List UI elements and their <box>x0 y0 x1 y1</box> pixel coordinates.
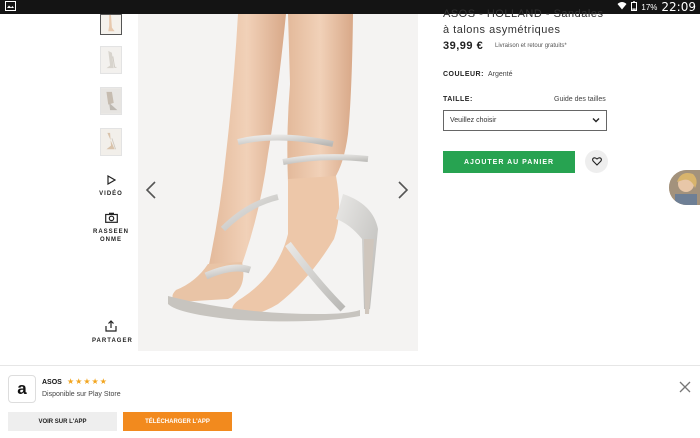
size-label: TAILLE: <box>443 96 473 103</box>
color-label: COULEUR: <box>443 71 484 78</box>
view-in-app-button[interactable]: VOIR SUR L'APP <box>8 412 117 431</box>
price-note: Livraison et retour gratuits* <box>495 43 567 49</box>
size-select[interactable]: Veuillez choisir <box>443 110 607 131</box>
gallery-notification-icon <box>5 1 16 11</box>
size-select-placeholder: Veuillez choisir <box>450 117 497 124</box>
product-image[interactable] <box>138 14 418 351</box>
save-for-later-button[interactable] <box>585 150 608 173</box>
share-button[interactable]: PARTAGER <box>92 320 133 345</box>
chevron-down-icon <box>592 116 600 126</box>
close-icon[interactable] <box>678 380 692 394</box>
store-availability: Disponible sur Play Store <box>42 391 121 398</box>
next-image-arrow-icon[interactable] <box>396 180 410 200</box>
asos-app-logo: a <box>8 375 36 403</box>
app-name: ASOS <box>42 379 62 386</box>
camera-icon <box>92 212 130 226</box>
video-label: VIDÉO <box>99 191 123 197</box>
thumbnail-1[interactable] <box>100 14 122 35</box>
play-icon <box>92 174 130 188</box>
clock: 22:09 <box>661 0 696 14</box>
share-label: PARTAGER <box>92 338 133 344</box>
download-app-button[interactable]: TÉLÉCHARGER L'APP <box>123 412 232 431</box>
share-icon <box>92 320 130 335</box>
video-button[interactable]: VIDÉO <box>92 174 130 198</box>
add-to-cart-button[interactable]: AJOUTER AU PANIER <box>443 151 575 173</box>
app-install-banner: a ASOS ★★★★★ Disponible sur Play Store V… <box>0 365 700 438</box>
heart-icon <box>591 153 602 171</box>
size-guide-link[interactable]: Guide des tailles <box>554 96 606 103</box>
thumbnail-2[interactable] <box>100 46 122 74</box>
wifi-icon <box>617 1 627 13</box>
battery-icon <box>631 0 638 14</box>
thumbnail-3[interactable] <box>100 87 122 115</box>
chat-head-avatar[interactable] <box>669 170 700 205</box>
camera-button[interactable]: RASSEEN ONME <box>92 212 130 244</box>
product-title-line-2: à talons asymétriques <box>443 24 561 36</box>
app-rating-stars: ★★★★★ <box>67 377 108 386</box>
previous-image-arrow-icon[interactable] <box>144 180 158 200</box>
product-title-line-1: ASOS - HOLLAND - Sandales <box>443 8 604 20</box>
battery-percent: 17% <box>641 2 658 12</box>
color-value: Argenté <box>488 71 513 78</box>
camera-label: RASSEEN ONME <box>92 229 129 243</box>
product-price: 39,99 € <box>443 40 484 52</box>
thumbnail-4[interactable] <box>100 128 122 156</box>
